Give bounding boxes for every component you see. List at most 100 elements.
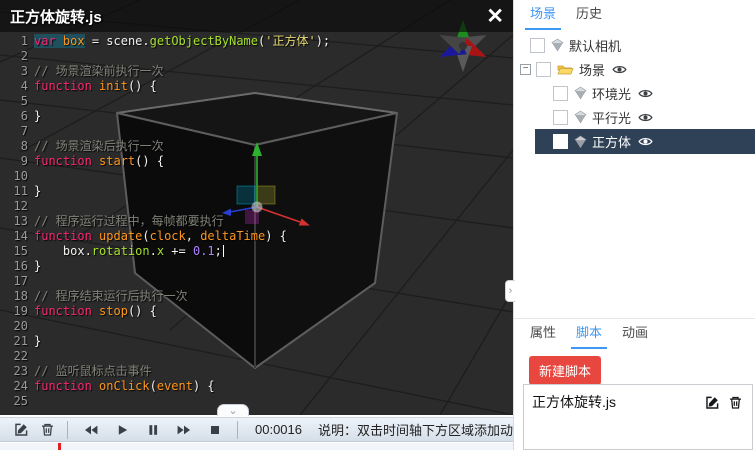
code-line[interactable]: 7 (0, 124, 330, 139)
timeline-collapse-handle[interactable]: ⌄ (217, 404, 249, 416)
tab-scene[interactable]: 场景 (528, 0, 558, 30)
line-number: 9 (0, 154, 34, 169)
line-number: 18 (0, 289, 34, 304)
code-token: ) { (193, 379, 215, 393)
eye-icon[interactable] (612, 64, 627, 75)
eye-icon[interactable] (638, 88, 653, 99)
code-token: ( (150, 379, 157, 393)
line-number: 14 (0, 229, 34, 244)
panel-collapse-handle[interactable]: › (505, 280, 515, 302)
code-line[interactable]: 2 (0, 49, 330, 64)
chevron-right-icon: › (509, 285, 513, 297)
tab-properties[interactable]: 属性 (528, 316, 558, 349)
code-line[interactable]: 22 (0, 349, 330, 364)
tree-item-cube[interactable]: 正方体 (535, 129, 755, 154)
visibility-checkbox[interactable] (553, 86, 568, 101)
close-icon[interactable]: ✕ (486, 6, 504, 27)
timeline-track[interactable] (0, 443, 513, 450)
edit-animation-button[interactable] (8, 419, 34, 441)
rewind-button[interactable] (75, 419, 106, 441)
eye-icon[interactable] (638, 136, 653, 147)
3d-viewport[interactable]: 正方体旋转.js ✕ 1var box = scene.getObjectByN… (0, 0, 513, 415)
pause-button[interactable] (137, 419, 168, 441)
line-number: 25 (0, 394, 34, 409)
code-line[interactable]: 6} (0, 109, 330, 124)
code-line[interactable]: 8// 场景渲染后执行一次 (0, 139, 330, 154)
tab-animation[interactable]: 动画 (620, 316, 650, 349)
play-icon (114, 422, 130, 438)
code-line[interactable]: 15 box.rotation.x += 0.1; (0, 244, 330, 259)
code-line-content: // 场景渲染前执行一次 (34, 64, 164, 79)
edit-script-button[interactable] (703, 393, 721, 411)
play-button[interactable] (106, 419, 137, 441)
line-number: 2 (0, 49, 34, 64)
code-token: () { (135, 154, 164, 168)
script-list: 正方体旋转.js (523, 384, 753, 450)
visibility-checkbox[interactable] (530, 38, 545, 53)
code-line[interactable]: 18// 程序结束运行后执行一次 (0, 289, 330, 304)
code-line[interactable]: 10 (0, 169, 330, 184)
tree-item-label: 环境光 (592, 84, 631, 103)
scene-tab-bar: 场景历史 (514, 0, 755, 30)
visibility-checkbox[interactable] (553, 134, 568, 149)
edit-icon (13, 421, 30, 438)
delete-script-button[interactable] (726, 393, 744, 411)
code-token: } (34, 184, 41, 198)
code-line[interactable]: 5 (0, 94, 330, 109)
code-line[interactable]: 14function update(clock, deltaTime) { (0, 229, 330, 244)
fast-forward-button[interactable] (168, 419, 199, 441)
script-name: 正方体旋转.js (532, 392, 698, 412)
code-line-content: var box = scene.getObjectByName('正方体'); (34, 34, 330, 49)
code-line[interactable]: 12 (0, 199, 330, 214)
code-line[interactable]: 23// 监听鼠标点击事件 (0, 364, 330, 379)
code-line[interactable]: 21} (0, 334, 330, 349)
code-line[interactable]: 4function init() { (0, 79, 330, 94)
stop-button[interactable] (199, 419, 230, 441)
new-script-button[interactable]: 新建脚本 (529, 356, 601, 385)
tree-item-directional-light[interactable]: 平行光 (514, 105, 755, 129)
code-line[interactable]: 13// 程序运行过程中，每帧都要执行 (0, 214, 330, 229)
line-number: 10 (0, 169, 34, 184)
tree-item-ambient-light[interactable]: 环境光 (514, 81, 755, 105)
script-list-item[interactable]: 正方体旋转.js (524, 385, 752, 412)
tree-item-scene[interactable]: −场景 (514, 57, 755, 81)
tab-script[interactable]: 脚本 (574, 316, 604, 349)
code-line[interactable]: 24function onClick(event) { (0, 379, 330, 394)
code-editor[interactable]: 1var box = scene.getObjectByName('正方体');… (0, 34, 330, 409)
code-line[interactable]: 9function start() { (0, 154, 330, 169)
code-line[interactable]: 25 (0, 394, 330, 409)
visibility-checkbox[interactable] (536, 62, 551, 77)
tab-history[interactable]: 历史 (574, 0, 604, 30)
object-icon (551, 38, 564, 52)
code-token (92, 79, 99, 93)
code-line[interactable]: 11} (0, 184, 330, 199)
line-number: 7 (0, 124, 34, 139)
visibility-checkbox[interactable] (553, 110, 568, 125)
collapse-expander-icon[interactable]: − (520, 64, 531, 75)
code-token: box. (34, 244, 92, 258)
tree-item-default-camera[interactable]: 默认相机 (514, 33, 755, 57)
code-line-content: function onClick(event) { (34, 379, 215, 394)
code-line[interactable]: 17 (0, 274, 330, 289)
code-token: getObjectByName (150, 34, 258, 48)
code-line[interactable]: 19function stop() { (0, 304, 330, 319)
code-token: () { (128, 304, 157, 318)
playback-toolbar: 00:0016 说明：双击时间轴下方区域添加动画。 (0, 417, 513, 442)
line-number: 11 (0, 184, 34, 199)
line-number: 22 (0, 349, 34, 364)
code-line-content: } (34, 109, 41, 124)
code-line[interactable]: 1var box = scene.getObjectByName('正方体'); (0, 34, 330, 49)
timeline-playhead[interactable] (58, 443, 61, 450)
tree-indent (514, 93, 548, 94)
eye-icon[interactable] (638, 112, 653, 123)
code-line[interactable]: 20 (0, 319, 330, 334)
line-number: 24 (0, 379, 34, 394)
line-number: 3 (0, 64, 34, 79)
code-line[interactable]: 3// 场景渲染前执行一次 (0, 64, 330, 79)
code-line-content: function update(clock, deltaTime) { (34, 229, 287, 244)
code-line[interactable]: 16} (0, 259, 330, 274)
code-token (56, 34, 63, 48)
line-number: 23 (0, 364, 34, 379)
code-token: // 程序结束运行后执行一次 (34, 289, 188, 303)
delete-animation-button[interactable] (34, 419, 60, 441)
